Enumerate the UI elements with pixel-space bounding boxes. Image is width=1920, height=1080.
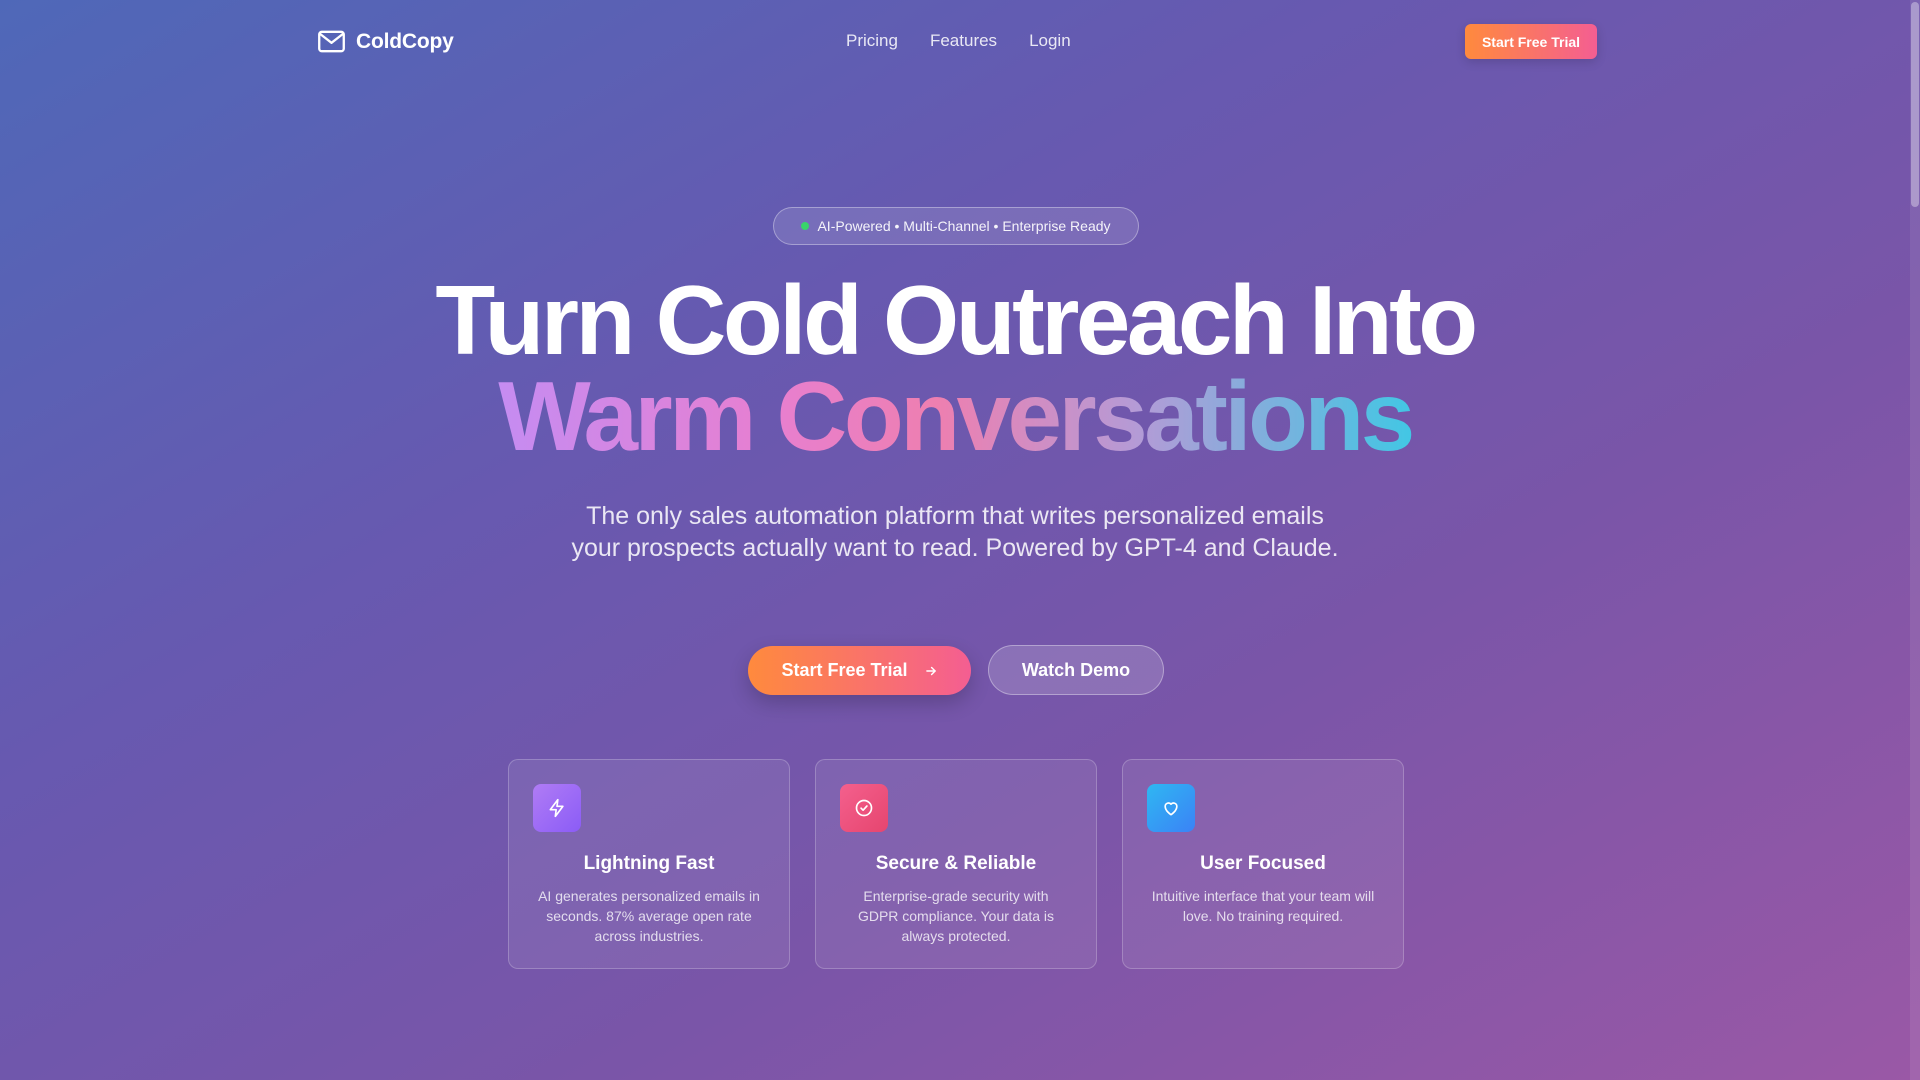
logo[interactable]: ColdCopy — [316, 26, 454, 57]
feature-card-secure-reliable: Secure & Reliable Enterprise-grade secur… — [815, 759, 1097, 969]
scrollbar-thumb[interactable] — [1911, 2, 1919, 207]
logo-text: ColdCopy — [356, 29, 454, 53]
watch-demo-button[interactable]: Watch Demo — [988, 645, 1164, 695]
feature-title: User Focused — [1200, 853, 1326, 874]
hero-headline: Turn Cold Outreach Into Warm Conversatio… — [0, 270, 1910, 466]
header-start-trial-button[interactable]: Start Free Trial — [1465, 24, 1597, 59]
headline-line-1: Turn Cold Outreach Into — [435, 265, 1478, 375]
hero-subtitle: The only sales automation platform that … — [571, 502, 1339, 562]
headline-line-2: Warm Conversations — [498, 361, 1415, 471]
nav-link-features[interactable]: Features — [930, 31, 997, 51]
feature-title: Lightning Fast — [583, 853, 715, 874]
main-nav: Pricing Features Login — [846, 31, 1071, 51]
feature-description: Enterprise-grade security with GDPR comp… — [857, 888, 1055, 944]
arrow-right-icon — [925, 666, 936, 675]
heart-icon — [1164, 802, 1178, 816]
mail-icon — [318, 30, 345, 53]
scrollbar[interactable] — [1910, 0, 1920, 1080]
hero-badge: AI-Powered • Multi-Channel • Enterprise … — [773, 207, 1139, 245]
feature-description: Intuitive interface that your team will … — [1151, 888, 1375, 924]
nav-link-login[interactable]: Login — [1029, 31, 1071, 51]
lightning-icon — [549, 798, 564, 818]
feature-description: AI generates personalized emails in seco… — [538, 888, 760, 944]
feature-card-lightning-fast: Lightning Fast AI generates personalized… — [508, 759, 790, 969]
nav-link-pricing[interactable]: Pricing — [846, 31, 898, 51]
feature-icon-tile — [1147, 784, 1195, 832]
feature-icon-tile — [533, 784, 581, 832]
feature-title: Secure & Reliable — [875, 853, 1037, 874]
site-header: ColdCopy Pricing Features Login Start Fr… — [0, 0, 1910, 84]
start-free-trial-button[interactable]: Start Free Trial — [748, 646, 971, 695]
badge-text: AI-Powered • Multi-Channel • Enterprise … — [817, 218, 1111, 234]
check-circle-icon — [855, 799, 873, 817]
feature-cards: Lightning Fast AI generates personalized… — [508, 759, 1404, 969]
start-free-trial-label: Start Free Trial — [781, 660, 908, 680]
feature-icon-tile — [840, 784, 888, 832]
feature-card-user-focused: User Focused Intuitive interface that yo… — [1122, 759, 1404, 969]
status-dot — [801, 222, 810, 230]
